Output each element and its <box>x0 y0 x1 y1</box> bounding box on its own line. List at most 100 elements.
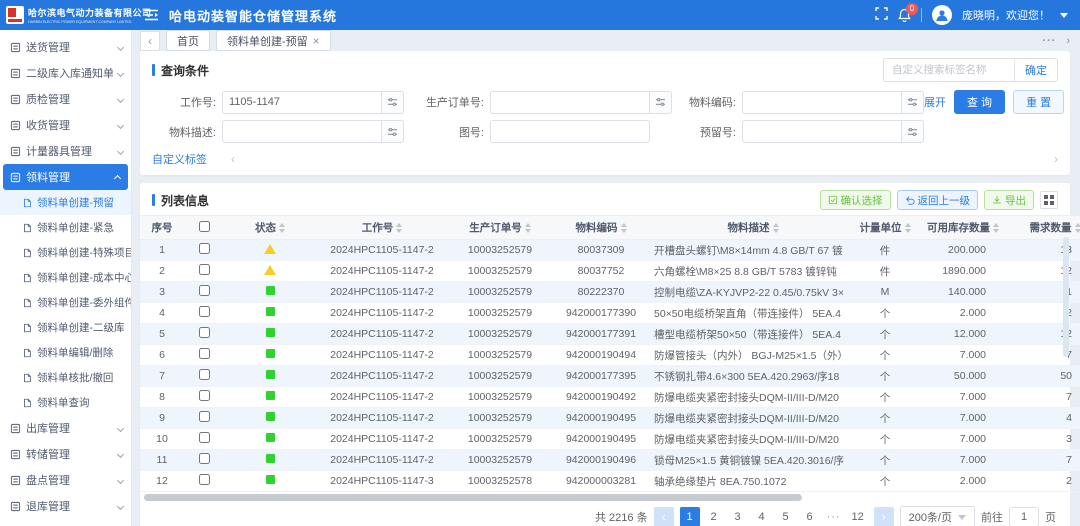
tabs-scroll-left-icon[interactable]: ‹ <box>140 31 160 51</box>
row-checkbox[interactable] <box>199 432 210 443</box>
table-row[interactable]: 4 2024HPC1105-1147-2 10003252579 9420001… <box>140 303 1080 324</box>
query-field-input[interactable] <box>490 91 650 114</box>
sidebar-item[interactable]: 收货管理 <box>0 112 131 138</box>
sort-icon[interactable] <box>396 223 402 233</box>
table-row[interactable]: 11 2024HPC1105-1147-2 10003252579 942000… <box>140 450 1080 471</box>
page-number[interactable]: 1 <box>680 507 700 526</box>
table-row[interactable]: 12 2024HPC1105-1147-3 10003252578 942000… <box>140 471 1080 492</box>
tab-home[interactable]: 首页 <box>166 30 210 51</box>
sidebar-item[interactable]: 计量器具管理 <box>0 138 131 164</box>
query-field-input[interactable] <box>490 120 650 143</box>
sidebar-subitem[interactable]: 领料单创建-二级库 <box>0 315 131 340</box>
sidebar-item[interactable]: 质检管理 <box>0 86 131 112</box>
page-number[interactable]: 2 <box>704 507 724 526</box>
sidebar-item[interactable]: 转储管理 <box>0 441 131 467</box>
page-number[interactable]: ··· <box>824 507 844 526</box>
column-settings-icon[interactable] <box>1040 191 1058 209</box>
fullscreen-icon[interactable] <box>875 7 888 23</box>
user-menu-caret-icon[interactable] <box>1060 13 1068 18</box>
col-work-no[interactable]: 工作号 <box>316 216 448 240</box>
row-checkbox[interactable] <box>199 264 210 275</box>
sidebar-subitem[interactable]: 领料单查询 <box>0 390 131 415</box>
sort-icon[interactable] <box>621 223 627 233</box>
avatar[interactable] <box>932 5 952 25</box>
filter-icon[interactable] <box>382 120 404 143</box>
filter-icon[interactable] <box>902 120 924 143</box>
select-all-checkbox[interactable] <box>199 221 210 232</box>
sidebar-subitem[interactable]: 领料单创建-成本中心 <box>0 265 131 290</box>
query-field-input[interactable] <box>742 91 902 114</box>
sidebar-fold-icon[interactable] <box>144 9 159 21</box>
sort-icon[interactable] <box>1075 223 1080 233</box>
tab-current[interactable]: 领料单创建-预留 × <box>216 30 331 51</box>
tabs-more-icon[interactable]: ··· <box>1042 35 1056 47</box>
table-row[interactable]: 3 2024HPC1105-1147-2 10003252579 8022237… <box>140 282 1080 303</box>
sidebar-item[interactable]: 送货管理 <box>0 34 131 60</box>
sidebar-item-material-mgmt[interactable]: 领料管理 <box>3 164 128 190</box>
sidebar-subitem[interactable]: 领料单核批/撤回 <box>0 365 131 390</box>
row-checkbox[interactable] <box>199 327 210 338</box>
col-available-stock[interactable]: 可用库存数量 <box>914 216 1012 240</box>
export-button[interactable]: 导出 <box>984 190 1034 210</box>
col-order-no[interactable]: 生产订单号 <box>448 216 552 240</box>
table-row[interactable]: 1 2024HPC1105-1147-2 10003252579 8003730… <box>140 240 1080 261</box>
row-checkbox[interactable] <box>199 411 210 422</box>
prev-page-button[interactable]: ‹ <box>654 507 674 526</box>
row-checkbox[interactable] <box>199 369 210 380</box>
page-number[interactable]: 5 <box>776 507 796 526</box>
sort-icon[interactable] <box>905 223 911 233</box>
query-field-input[interactable] <box>222 120 382 143</box>
back-button[interactable]: 返回上一级 <box>897 190 979 210</box>
vertical-scrollbar[interactable] <box>1063 237 1069 357</box>
query-field-input[interactable] <box>222 91 382 114</box>
sort-icon[interactable] <box>773 223 779 233</box>
page-number[interactable]: 12 <box>848 507 868 526</box>
horizontal-scrollbar[interactable] <box>144 494 1058 501</box>
tab-close-icon[interactable]: × <box>313 35 320 47</box>
sidebar-subitem[interactable]: 领料单创建-紧急 <box>0 215 131 240</box>
filter-icon[interactable] <box>382 91 404 114</box>
sidebar-subitem[interactable]: 领料单编辑/删除 <box>0 340 131 365</box>
col-unit[interactable]: 计量单位 <box>856 216 914 240</box>
page-size-select[interactable]: 200条/页 <box>900 506 975 526</box>
table-row[interactable]: 6 2024HPC1105-1147-2 10003252579 9420001… <box>140 345 1080 366</box>
row-checkbox[interactable] <box>199 243 210 254</box>
sidebar-item[interactable]: 盘点管理 <box>0 467 131 493</box>
row-checkbox[interactable] <box>199 348 210 359</box>
table-row[interactable]: 2 2024HPC1105-1147-2 10003252579 8003775… <box>140 261 1080 282</box>
row-checkbox[interactable] <box>199 474 210 485</box>
sidebar-subitem[interactable]: 领料单创建-预留 <box>0 190 131 215</box>
goto-page-input[interactable] <box>1009 507 1039 526</box>
col-status[interactable]: 状态 <box>224 216 316 240</box>
sort-icon[interactable] <box>993 223 999 233</box>
confirm-select-button[interactable]: 确认选择 <box>820 190 891 210</box>
next-page-button[interactable]: › <box>874 507 894 526</box>
row-checkbox[interactable] <box>199 453 210 464</box>
page-number[interactable]: 4 <box>752 507 772 526</box>
sidebar-item[interactable]: 出库管理 <box>0 415 131 441</box>
col-material-desc[interactable]: 物料描述 <box>650 216 856 240</box>
query-field-input[interactable] <box>742 120 902 143</box>
sidebar-item[interactable]: 退库管理 <box>0 493 131 519</box>
search-button[interactable]: 查 询 <box>954 90 1005 114</box>
sort-icon[interactable] <box>279 223 285 233</box>
row-checkbox[interactable] <box>199 390 210 401</box>
page-number[interactable]: 6 <box>800 507 820 526</box>
filter-icon[interactable] <box>902 91 924 114</box>
table-row[interactable]: 5 2024HPC1105-1147-2 10003252579 9420001… <box>140 324 1080 345</box>
confirm-tag-button[interactable]: 确定 <box>1014 59 1057 81</box>
custom-tag-link[interactable]: 自定义标签 <box>152 151 207 167</box>
expand-link[interactable]: 展开 <box>924 94 946 110</box>
sort-icon[interactable] <box>525 223 531 233</box>
page-number[interactable]: 3 <box>728 507 748 526</box>
notification-bell-icon[interactable]: 0 <box>898 8 911 22</box>
row-checkbox[interactable] <box>199 285 210 296</box>
col-demand-qty[interactable]: 需求数量 <box>1012 216 1080 240</box>
reset-button[interactable]: 重 置 <box>1013 90 1064 114</box>
tabs-scroll-right-icon[interactable]: › <box>1066 35 1070 47</box>
table-row[interactable]: 10 2024HPC1105-1147-2 10003252579 942000… <box>140 429 1080 450</box>
sidebar-subitem[interactable]: 领料单创建-委外组件 <box>0 290 131 315</box>
table-row[interactable]: 8 2024HPC1105-1147-2 10003252579 9420001… <box>140 387 1080 408</box>
custom-tag-name-input[interactable] <box>884 59 1014 81</box>
table-row[interactable]: 7 2024HPC1105-1147-2 10003252579 9420001… <box>140 366 1080 387</box>
